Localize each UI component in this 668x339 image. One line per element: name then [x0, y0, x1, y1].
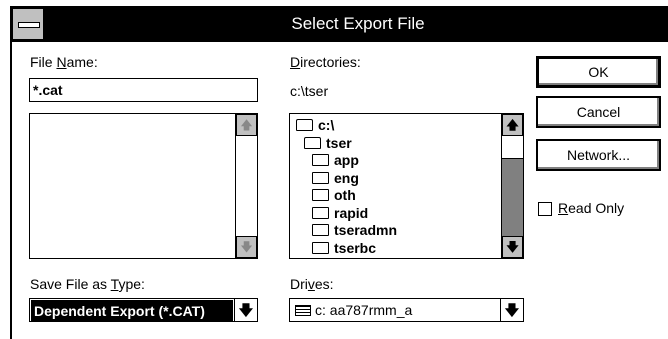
network-button[interactable]: Network...	[536, 139, 661, 171]
read-only-checkbox[interactable]	[538, 202, 552, 216]
directory-list-scrollbar[interactable]: 🡅 🡇	[501, 114, 523, 258]
directory-item-label: oth	[334, 187, 356, 203]
save-type-select[interactable]: Dependent Export (*.CAT) 🡇	[29, 298, 258, 322]
system-menu-icon	[18, 22, 40, 28]
cancel-button[interactable]: Cancel	[536, 96, 661, 128]
folder-icon	[312, 171, 329, 184]
dropdown-arrow-icon[interactable]: 🡇	[500, 299, 523, 321]
file-list-scrollbar[interactable]: 🡅 🡇	[235, 114, 257, 258]
directory-item-label: c:\	[318, 117, 335, 133]
dropdown-arrow-icon[interactable]: 🡇	[234, 299, 257, 321]
directory-item[interactable]: tseradmn	[312, 222, 397, 239]
directory-item[interactable]: rapid	[312, 205, 368, 222]
drives-label: Drives:	[290, 276, 334, 292]
folder-open-icon	[304, 136, 321, 149]
scroll-down-icon[interactable]: 🡇	[502, 236, 523, 258]
drives-value: c: aa787rmm_a	[290, 299, 523, 321]
directory-item-label: tseradmn	[334, 222, 398, 238]
directory-item-label: tser	[326, 134, 352, 151]
directory-item[interactable]: tserbc	[312, 240, 376, 257]
drives-select[interactable]: c: aa787rmm_a 🡇	[289, 298, 524, 322]
current-directory-path: c:\tser	[290, 83, 329, 99]
folder-icon	[312, 206, 329, 219]
folder-icon	[312, 241, 329, 254]
save-type-label: Save File as Type:	[30, 276, 145, 292]
dialog-title: Select Export File	[291, 14, 425, 33]
directory-items: c:\ tser app eng oth rapid tseradmn tserbc	[296, 117, 496, 257]
system-menu-button[interactable]	[12, 8, 44, 40]
ok-button[interactable]: OK	[536, 56, 661, 88]
scroll-up-icon[interactable]: 🡅	[502, 114, 523, 136]
folder-icon	[312, 224, 329, 237]
scroll-track[interactable]	[502, 159, 523, 236]
directory-list[interactable]: c:\ tser app eng oth rapid tseradmn tserbc 🡅 🡇	[289, 113, 524, 259]
directories-label: Directories:	[290, 54, 361, 70]
directory-item-label: tserbc	[334, 239, 377, 256]
scroll-up-icon[interactable]: 🡅	[236, 114, 257, 136]
directory-item[interactable]: eng	[312, 170, 359, 187]
save-type-value: Dependent Export (*.CAT)	[31, 300, 233, 322]
hard-drive-icon	[295, 304, 311, 316]
read-only-label[interactable]: Read Only	[558, 200, 624, 216]
directory-item[interactable]: c:\	[296, 117, 334, 134]
file-name-input[interactable]: *.cat	[29, 78, 258, 102]
folder-open-icon	[296, 119, 313, 132]
directory-item-label: eng	[334, 169, 359, 186]
folder-icon	[312, 154, 329, 167]
directory-item[interactable]: tser	[304, 135, 352, 152]
scroll-thumb[interactable]	[502, 136, 523, 159]
directory-item-label: rapid	[334, 204, 369, 221]
scroll-down-icon[interactable]: 🡇	[236, 236, 257, 258]
directory-item[interactable]: app	[312, 152, 359, 169]
file-name-label: File Name:	[30, 54, 98, 70]
file-list[interactable]: 🡅 🡇	[29, 113, 258, 259]
directory-item-label: app	[334, 152, 359, 168]
folder-icon	[312, 189, 329, 202]
directory-item[interactable]: oth	[312, 187, 356, 204]
